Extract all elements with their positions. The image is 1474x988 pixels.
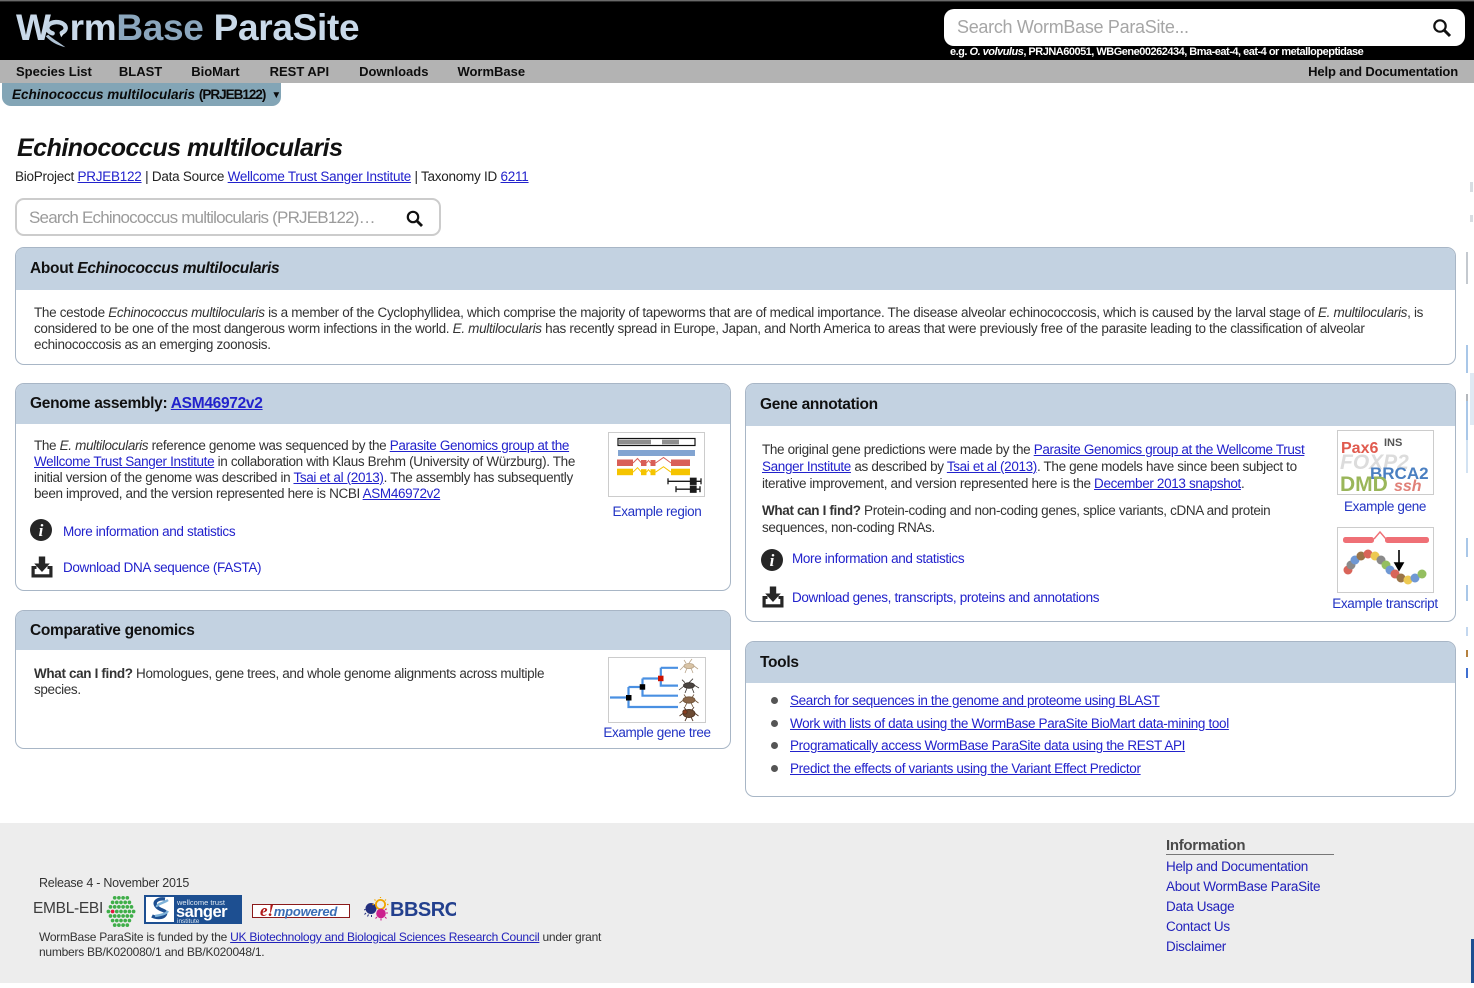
svg-text:ssh: ssh	[1394, 478, 1422, 494]
svg-text:BBSRC: BBSRC	[390, 899, 456, 921]
svg-text:i: i	[39, 521, 44, 540]
svg-text:i: i	[770, 551, 775, 570]
svg-text:DMD: DMD	[1340, 473, 1388, 494]
svg-text:institute: institute	[177, 918, 200, 924]
svg-text:INS: INS	[1384, 437, 1402, 449]
